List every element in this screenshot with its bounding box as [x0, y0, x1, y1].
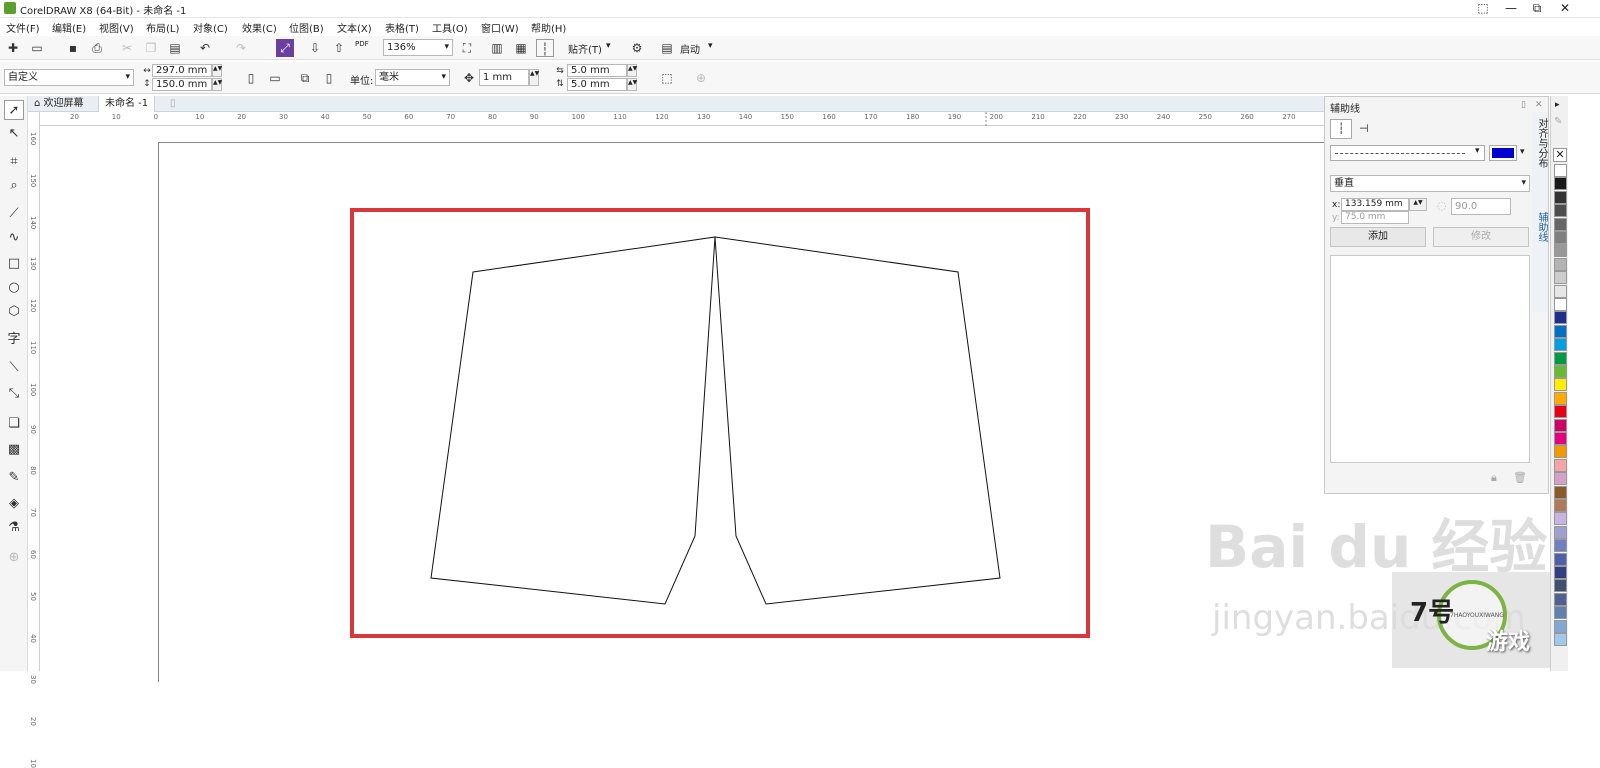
palette-swatch[interactable] — [1554, 338, 1567, 352]
dashed-line-preview — [1335, 153, 1465, 154]
logo-number: 7号 — [1410, 598, 1455, 628]
palette-swatch[interactable] — [1554, 606, 1567, 620]
tab-align-distribute[interactable]: 对齐与分布 — [1534, 118, 1549, 168]
docker-title: 辅助线 — [1330, 104, 1360, 115]
x-label: x: — [1332, 200, 1341, 210]
game-site-logo: 7号 游戏 7HAOYOUXIWANG — [1392, 572, 1550, 668]
palette-swatch[interactable] — [1554, 458, 1567, 472]
palette-swatch[interactable] — [1554, 257, 1567, 271]
palette-swatch[interactable] — [1554, 217, 1567, 231]
ruler-tick-label: 10 — [29, 759, 37, 768]
palette-swatch[interactable] — [1554, 405, 1567, 419]
docker-close-icon[interactable]: ✕ — [1535, 100, 1543, 110]
guide-x-spinner[interactable]: ▲▼ — [1409, 198, 1427, 211]
angle-icon: ◌ — [1437, 199, 1447, 212]
palette-swatch[interactable] — [1554, 472, 1567, 486]
y-label: y: — [1332, 213, 1340, 223]
docker-side-tabs: 对齐与分布 辅助线 — [1532, 112, 1548, 312]
palette-swatch[interactable] — [1554, 271, 1567, 285]
palette-swatch[interactable] — [1554, 619, 1567, 633]
line-style-arrow-icon: ▾ — [1475, 146, 1480, 156]
palette-swatch[interactable] — [1554, 164, 1567, 177]
modify-guide-button[interactable]: 修改 — [1433, 227, 1529, 247]
guide-type-select[interactable]: 垂直 — [1330, 175, 1530, 192]
logo-text: 游戏 — [1486, 630, 1531, 655]
lock-guide-icon[interactable]: 🔒︎ — [1491, 471, 1497, 485]
no-color-swatch[interactable]: ✕ — [1553, 148, 1567, 162]
guidelines-docker: 辅助线 ▯ ✕ ┆ ⊣ ▾ ▾ 垂直 x: 133.159 mm ▲▼ y: 7… — [1324, 96, 1549, 494]
ruler-tick-label: 20 — [29, 717, 37, 727]
guide-x-input[interactable]: 133.159 mm — [1341, 198, 1409, 211]
palette-swatch[interactable] — [1554, 177, 1567, 191]
palette-swatch[interactable] — [1554, 204, 1567, 218]
palette-swatch[interactable] — [1554, 445, 1567, 459]
line-color-swatch — [1492, 148, 1514, 158]
palette-swatch[interactable] — [1554, 351, 1567, 365]
palette-swatch[interactable] — [1554, 311, 1567, 325]
eyedropper-palette-icon[interactable]: ✎ — [1554, 116, 1562, 127]
guide-y-input[interactable]: 75.0 mm — [1341, 211, 1409, 224]
palette-swatch[interactable] — [1554, 552, 1567, 566]
guide-lock-icon[interactable]: ⊣ — [1359, 122, 1369, 135]
palette-swatch[interactable] — [1554, 324, 1567, 338]
palette-swatch[interactable] — [1554, 190, 1567, 204]
palette-swatch[interactable] — [1554, 391, 1567, 405]
palette-swatch[interactable] — [1554, 365, 1567, 378]
docker-float-icon[interactable]: ▯ — [1521, 100, 1526, 110]
color-palette: ▸ ✎ ✕ — [1550, 96, 1568, 671]
logo-subtext: 7HAOYOUXIWANG — [1450, 612, 1504, 619]
ruler-tick-label: 30 — [29, 675, 37, 685]
palette-swatch[interactable] — [1554, 592, 1567, 606]
add-guide-button[interactable]: 添加 — [1330, 227, 1426, 247]
line-color-arrow-icon[interactable]: ▾ — [1520, 147, 1525, 157]
palette-swatch[interactable] — [1554, 512, 1567, 526]
red-highlight-frame — [350, 208, 1090, 638]
palette-swatch[interactable] — [1554, 244, 1567, 258]
palette-swatch[interactable] — [1554, 579, 1567, 593]
guide-mode-icon[interactable]: ┆ — [1330, 119, 1352, 139]
palette-swatch[interactable] — [1554, 499, 1567, 512]
guides-list[interactable] — [1330, 255, 1530, 463]
palette-swatch[interactable] — [1554, 298, 1567, 311]
guide-angle-input[interactable]: 90.0 — [1451, 198, 1511, 215]
palette-swatch[interactable] — [1554, 284, 1567, 298]
tab-guidelines[interactable]: 辅助线 — [1534, 212, 1549, 242]
palette-swatch[interactable] — [1554, 539, 1567, 553]
palette-expand-icon[interactable]: ▸ — [1555, 100, 1560, 110]
palette-swatch[interactable] — [1554, 566, 1567, 579]
palette-swatch[interactable] — [1554, 231, 1567, 244]
palette-swatch[interactable] — [1554, 525, 1567, 539]
line-style-select[interactable]: ▾ — [1330, 145, 1485, 161]
delete-guide-icon[interactable]: 🗑︎ — [1513, 471, 1527, 484]
palette-swatch[interactable] — [1554, 633, 1567, 646]
palette-swatch[interactable] — [1554, 418, 1567, 432]
line-color-picker[interactable] — [1489, 145, 1517, 161]
palette-swatch[interactable] — [1554, 378, 1567, 392]
palette-swatch[interactable] — [1554, 485, 1567, 499]
palette-swatch[interactable] — [1554, 432, 1567, 445]
